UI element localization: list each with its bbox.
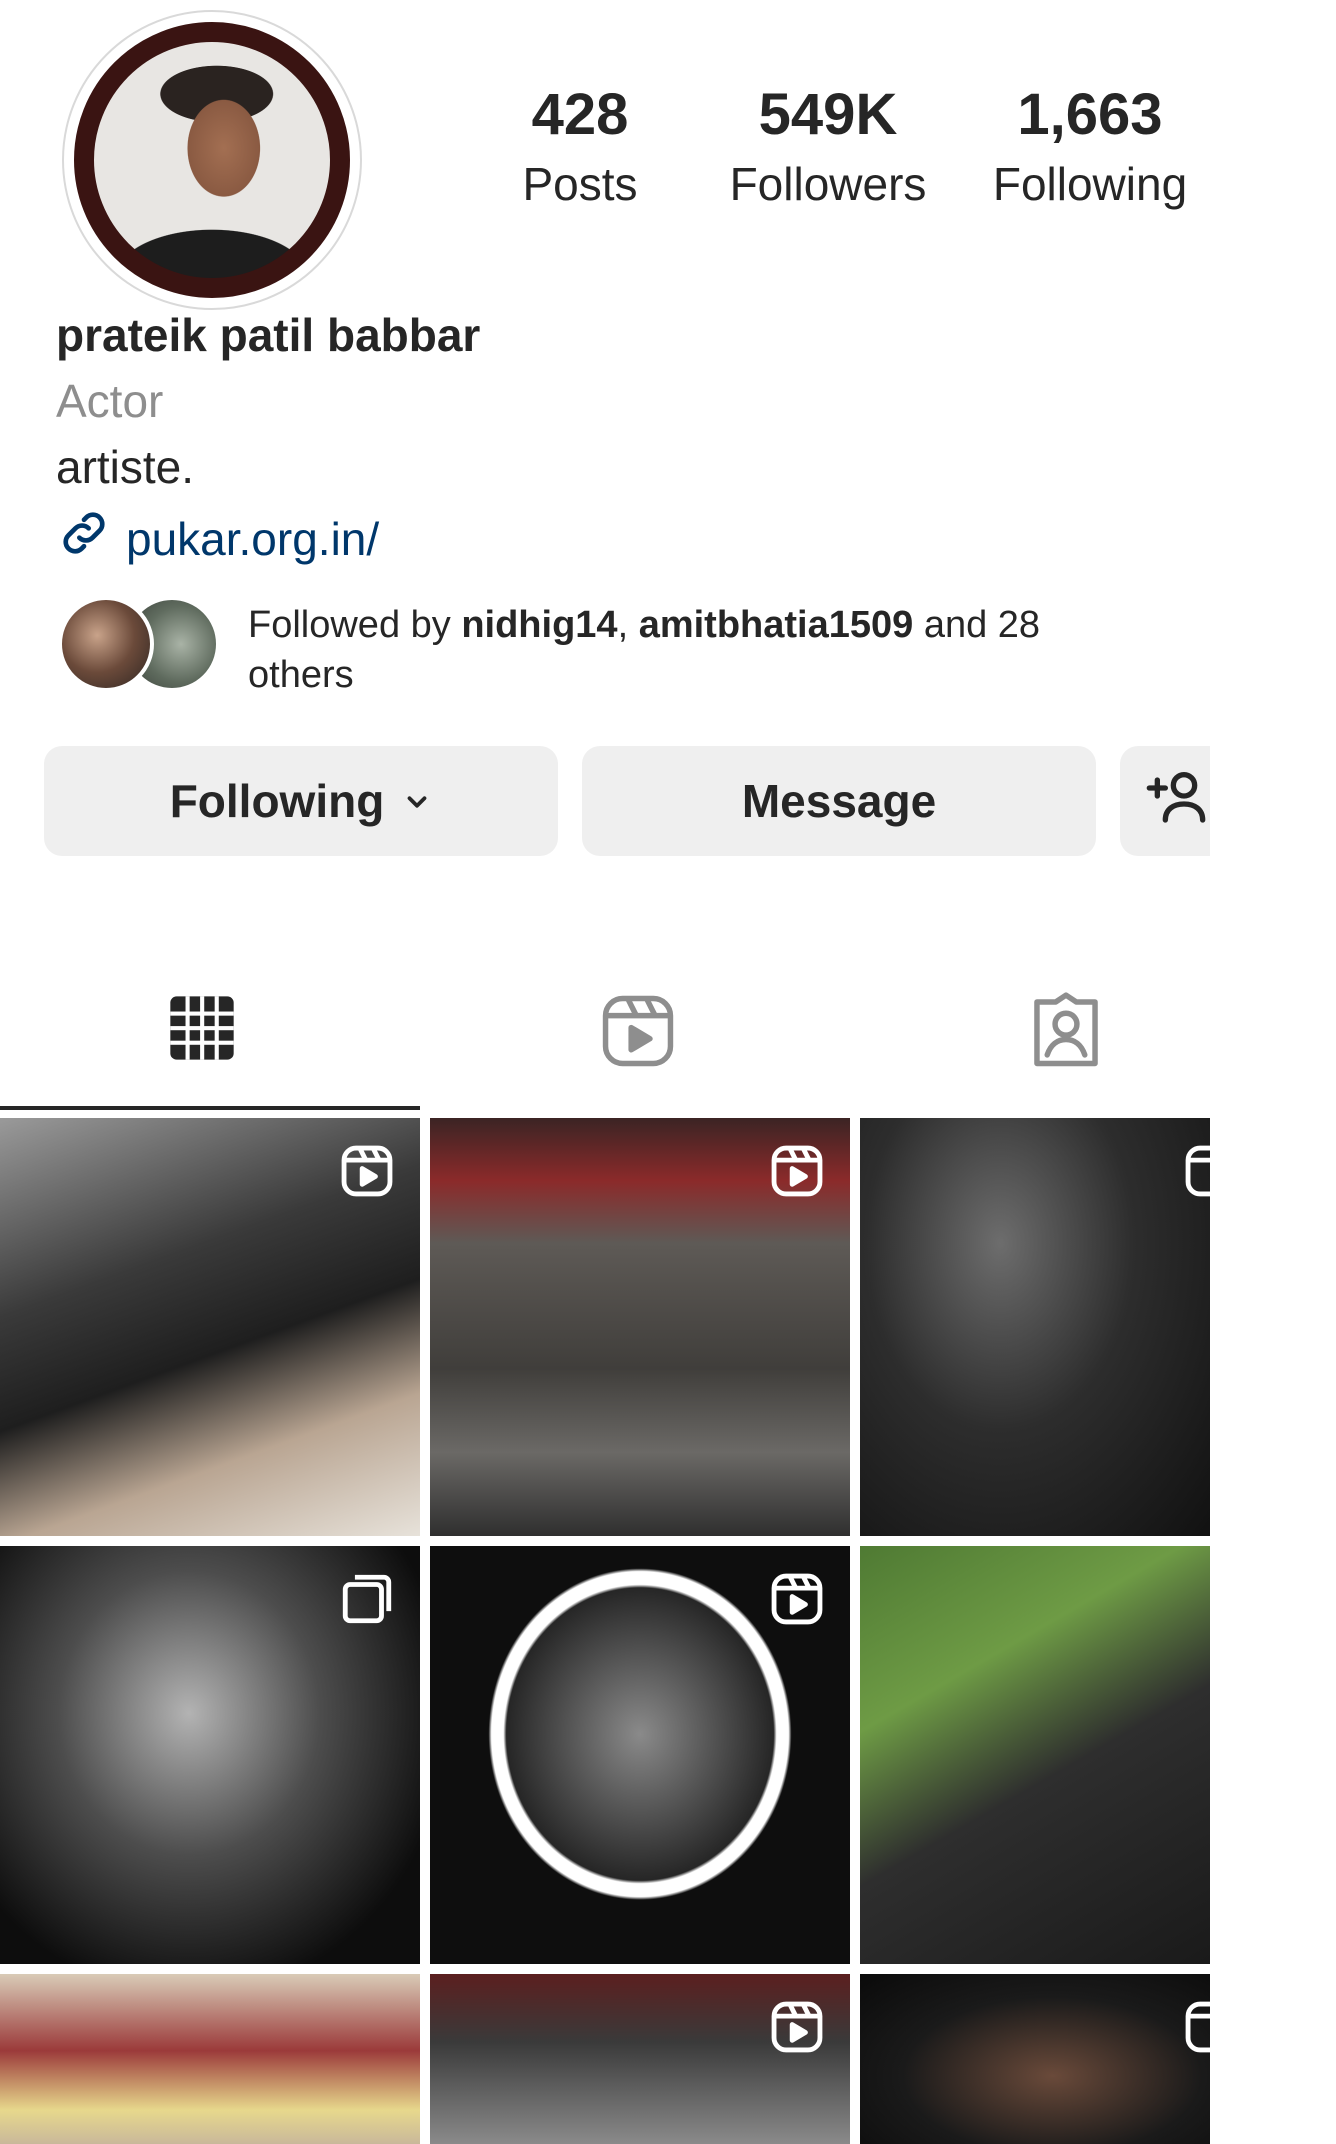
posts-grid — [0, 1118, 1210, 2144]
post-tile[interactable] — [0, 1546, 420, 1964]
add-person-icon — [1144, 764, 1208, 839]
tab-posts-grid[interactable] — [0, 960, 403, 1110]
post-tile[interactable] — [0, 1118, 420, 1536]
profile-link-text[interactable]: pukar.org.in/ — [126, 512, 379, 566]
tab-reels[interactable] — [436, 960, 839, 1110]
post-tile[interactable] — [860, 1118, 1210, 1536]
post-tile[interactable] — [0, 1974, 420, 2144]
reel-badge-icon — [768, 1998, 826, 2056]
mutual-follower-avatar — [58, 596, 154, 692]
post-tile[interactable] — [430, 1974, 850, 2144]
followed-by-separator: , — [617, 604, 639, 646]
profile-avatar-ring[interactable] — [62, 10, 362, 310]
posts-count: 428 — [531, 82, 629, 147]
post-tile[interactable] — [430, 1546, 850, 1964]
profile-avatar[interactable] — [74, 22, 350, 298]
followed-by-text[interactable]: Followed by nidhig14, amitbhatia1509 and… — [248, 600, 1148, 700]
reel-badge-icon — [338, 1142, 396, 1200]
multi-photo-icon — [338, 1570, 396, 1628]
following-button[interactable]: Following — [44, 746, 558, 856]
following-count: 1,663 — [1017, 82, 1163, 147]
message-button-label: Message — [741, 775, 937, 827]
stat-followers[interactable]: 549K Followers — [708, 80, 948, 212]
post-tile[interactable] — [860, 1974, 1210, 2144]
mutual-user-1[interactable]: nidhig14 — [461, 604, 617, 646]
stat-following[interactable]: 1,663 Following — [970, 80, 1210, 212]
reels-icon — [597, 990, 679, 1077]
followed-by[interactable]: Followed by nidhig14, amitbhatia1509 and… — [58, 596, 1198, 706]
following-button-label: Following — [169, 775, 385, 827]
profile-screen: 428 Posts 549K Followers 1,663 Following… — [0, 0, 1210, 2144]
post-tile[interactable] — [430, 1118, 850, 1536]
profile-name: prateik patil babbar — [56, 309, 481, 361]
profile-link[interactable]: pukar.org.in/ — [56, 505, 379, 572]
posts-label: Posts — [522, 158, 638, 210]
followers-label: Followers — [729, 158, 927, 210]
chevron-down-icon — [402, 774, 432, 828]
message-button[interactable]: Message — [582, 746, 1096, 856]
followers-count: 549K — [758, 82, 898, 147]
post-tile[interactable] — [860, 1546, 1210, 1964]
reel-badge-icon — [1182, 1998, 1210, 2056]
profile-category: Actor — [56, 375, 164, 427]
link-icon — [56, 505, 112, 572]
stat-posts[interactable]: 428 Posts — [460, 80, 700, 212]
active-tab-indicator — [0, 1106, 420, 1110]
suggested-users-button[interactable] — [1120, 746, 1210, 856]
following-label: Following — [992, 158, 1188, 210]
tagged-icon — [1025, 990, 1107, 1077]
mutual-user-2[interactable]: amitbhatia1509 — [639, 604, 914, 646]
profile-stats: 428 Posts 549K Followers 1,663 Following — [460, 80, 1210, 240]
grid-icon — [164, 990, 240, 1071]
reel-badge-icon — [768, 1570, 826, 1628]
profile-tabs — [0, 960, 1210, 1110]
profile-bio: artiste. — [56, 441, 195, 493]
reel-badge-icon — [768, 1142, 826, 1200]
tab-tagged[interactable] — [864, 960, 1210, 1110]
followed-by-prefix: Followed by — [248, 604, 462, 646]
reel-badge-icon — [1182, 1142, 1210, 1200]
